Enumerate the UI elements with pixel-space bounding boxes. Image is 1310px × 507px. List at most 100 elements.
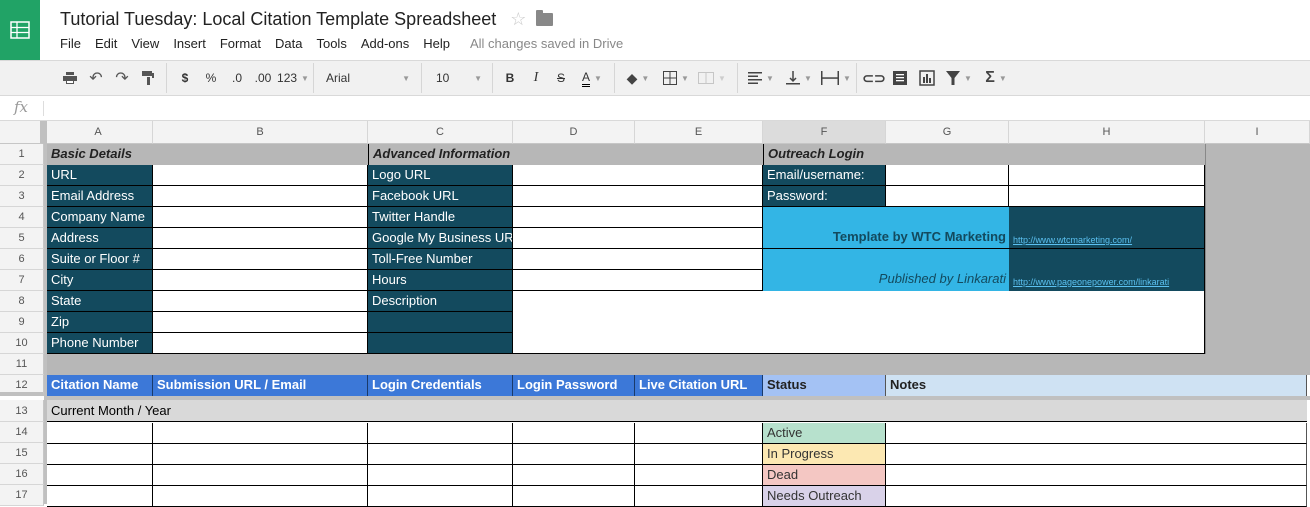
value-cell[interactable] bbox=[513, 270, 763, 291]
insert-comment-icon[interactable] bbox=[890, 61, 910, 95]
status-cell[interactable]: Active bbox=[763, 423, 886, 444]
folder-icon[interactable] bbox=[536, 10, 554, 26]
column-header-f[interactable]: F bbox=[763, 121, 886, 144]
row-header[interactable]: 17 bbox=[0, 485, 44, 506]
strikethrough-button[interactable]: S bbox=[553, 61, 569, 95]
vertical-align-button[interactable]: ▼ bbox=[782, 61, 816, 95]
label-description[interactable]: Description bbox=[368, 291, 513, 312]
label-facebook-url[interactable]: Facebook URL bbox=[368, 186, 513, 207]
row-header[interactable]: 4 bbox=[0, 207, 44, 228]
text-wrap-button[interactable]: ▼ bbox=[818, 61, 854, 95]
row-header[interactable]: 7 bbox=[0, 270, 44, 291]
decrease-decimal-button[interactable]: .0 bbox=[226, 61, 248, 95]
value-cell[interactable] bbox=[153, 207, 368, 228]
gray-filler-cell[interactable] bbox=[1205, 144, 1310, 354]
formula-input[interactable] bbox=[50, 99, 1300, 117]
bold-button[interactable]: B bbox=[502, 61, 518, 95]
menu-file[interactable]: File bbox=[60, 36, 81, 51]
print-icon[interactable] bbox=[60, 61, 80, 95]
value-cell[interactable] bbox=[153, 165, 368, 186]
menu-tools[interactable]: Tools bbox=[316, 36, 346, 51]
status-cell[interactable]: In Progress bbox=[763, 444, 886, 465]
menu-insert[interactable]: Insert bbox=[173, 36, 206, 51]
label-email-username[interactable]: Email/username: bbox=[763, 165, 886, 186]
select-all-corner[interactable] bbox=[0, 121, 44, 144]
label-password[interactable]: Password: bbox=[763, 186, 886, 207]
borders-button[interactable]: ▼ bbox=[660, 61, 692, 95]
header-citation-name[interactable]: Citation Name bbox=[47, 375, 153, 396]
functions-button[interactable]: Σ ▼ bbox=[980, 61, 1012, 95]
label-logo-url[interactable]: Logo URL bbox=[368, 165, 513, 186]
month-year-row[interactable]: Current Month / Year bbox=[47, 400, 1307, 422]
table-cell[interactable] bbox=[886, 423, 1307, 444]
row-header[interactable]: 15 bbox=[0, 443, 44, 464]
row-header[interactable]: 13 bbox=[0, 400, 44, 422]
table-cell[interactable] bbox=[153, 423, 368, 444]
publisher-link[interactable]: http://www.pageonepower.com/linkarati bbox=[1013, 277, 1169, 287]
label-phone-number[interactable]: Phone Number bbox=[47, 333, 153, 354]
filter-button[interactable]: ▼ bbox=[942, 61, 976, 95]
header-notes[interactable]: Notes bbox=[886, 375, 1307, 396]
label-toll-free-number[interactable]: Toll-Free Number bbox=[368, 249, 513, 270]
publisher-link-cell[interactable]: http://www.pageonepower.com/linkarati bbox=[1009, 249, 1205, 291]
row-header[interactable]: 12 bbox=[0, 375, 44, 396]
value-cell[interactable] bbox=[513, 249, 763, 270]
separator-row[interactable] bbox=[47, 354, 1310, 375]
label-address[interactable]: Address bbox=[47, 228, 153, 249]
row-header[interactable]: 8 bbox=[0, 291, 44, 312]
row-header[interactable]: 3 bbox=[0, 186, 44, 207]
table-cell[interactable] bbox=[513, 444, 635, 465]
header-live-citation-url[interactable]: Live Citation URL bbox=[635, 375, 763, 396]
table-cell[interactable] bbox=[153, 444, 368, 465]
label-suite-floor[interactable]: Suite or Floor # bbox=[47, 249, 153, 270]
row-header[interactable]: 14 bbox=[0, 422, 44, 443]
table-cell[interactable] bbox=[47, 444, 153, 465]
label-google-my-business-url[interactable]: Google My Business URL bbox=[368, 228, 513, 249]
table-cell[interactable] bbox=[635, 465, 763, 486]
table-cell[interactable] bbox=[368, 444, 513, 465]
value-cell[interactable] bbox=[513, 186, 763, 207]
sheets-logo[interactable] bbox=[0, 0, 40, 60]
label-company-name[interactable]: Company Name bbox=[47, 207, 153, 228]
label-state[interactable]: State bbox=[47, 291, 153, 312]
template-link[interactable]: http://www.wtcmarketing.com/ bbox=[1013, 235, 1132, 245]
value-cell[interactable] bbox=[513, 228, 763, 249]
row-header[interactable]: 5 bbox=[0, 228, 44, 249]
value-cell[interactable] bbox=[886, 186, 1009, 207]
undo-icon[interactable]: ↶ bbox=[86, 61, 106, 95]
increase-decimal-button[interactable]: .00 bbox=[252, 61, 274, 95]
table-cell[interactable] bbox=[47, 423, 153, 444]
font-family-select[interactable]: Arial ▼ bbox=[318, 61, 418, 95]
menu-help[interactable]: Help bbox=[423, 36, 450, 51]
italic-button[interactable]: I bbox=[528, 61, 544, 95]
column-header-d[interactable]: D bbox=[513, 121, 635, 144]
fill-color-button[interactable]: ◆ ▼ bbox=[622, 61, 654, 95]
row-header[interactable]: 2 bbox=[0, 165, 44, 186]
label-zip[interactable]: Zip bbox=[47, 312, 153, 333]
redo-icon[interactable]: ↷ bbox=[112, 61, 132, 95]
column-header-c[interactable]: C bbox=[368, 121, 513, 144]
value-cell[interactable] bbox=[153, 312, 368, 333]
table-cell[interactable] bbox=[635, 444, 763, 465]
percent-format-button[interactable]: % bbox=[202, 61, 220, 95]
row-header[interactable]: 1 bbox=[0, 144, 44, 165]
table-cell[interactable] bbox=[513, 423, 635, 444]
value-cell[interactable] bbox=[513, 207, 763, 228]
value-cell[interactable] bbox=[153, 186, 368, 207]
column-header-a[interactable]: A bbox=[44, 121, 153, 144]
menu-addons[interactable]: Add-ons bbox=[361, 36, 409, 51]
column-header-e[interactable]: E bbox=[635, 121, 763, 144]
status-cell[interactable]: Dead bbox=[763, 465, 886, 486]
menu-format[interactable]: Format bbox=[220, 36, 261, 51]
header-login-credentials[interactable]: Login Credentials bbox=[368, 375, 513, 396]
menu-view[interactable]: View bbox=[131, 36, 159, 51]
section-advanced-information[interactable]: Advanced Information bbox=[368, 144, 763, 165]
horizontal-align-button[interactable]: ▼ bbox=[744, 61, 778, 95]
label-empty[interactable] bbox=[368, 333, 513, 354]
menu-data[interactable]: Data bbox=[275, 36, 302, 51]
table-cell[interactable] bbox=[368, 465, 513, 486]
table-cell[interactable] bbox=[513, 465, 635, 486]
star-icon[interactable]: ☆ bbox=[510, 9, 526, 30]
font-size-select[interactable]: 10 ▼ bbox=[428, 61, 490, 95]
description-value-cell[interactable] bbox=[513, 291, 1205, 354]
